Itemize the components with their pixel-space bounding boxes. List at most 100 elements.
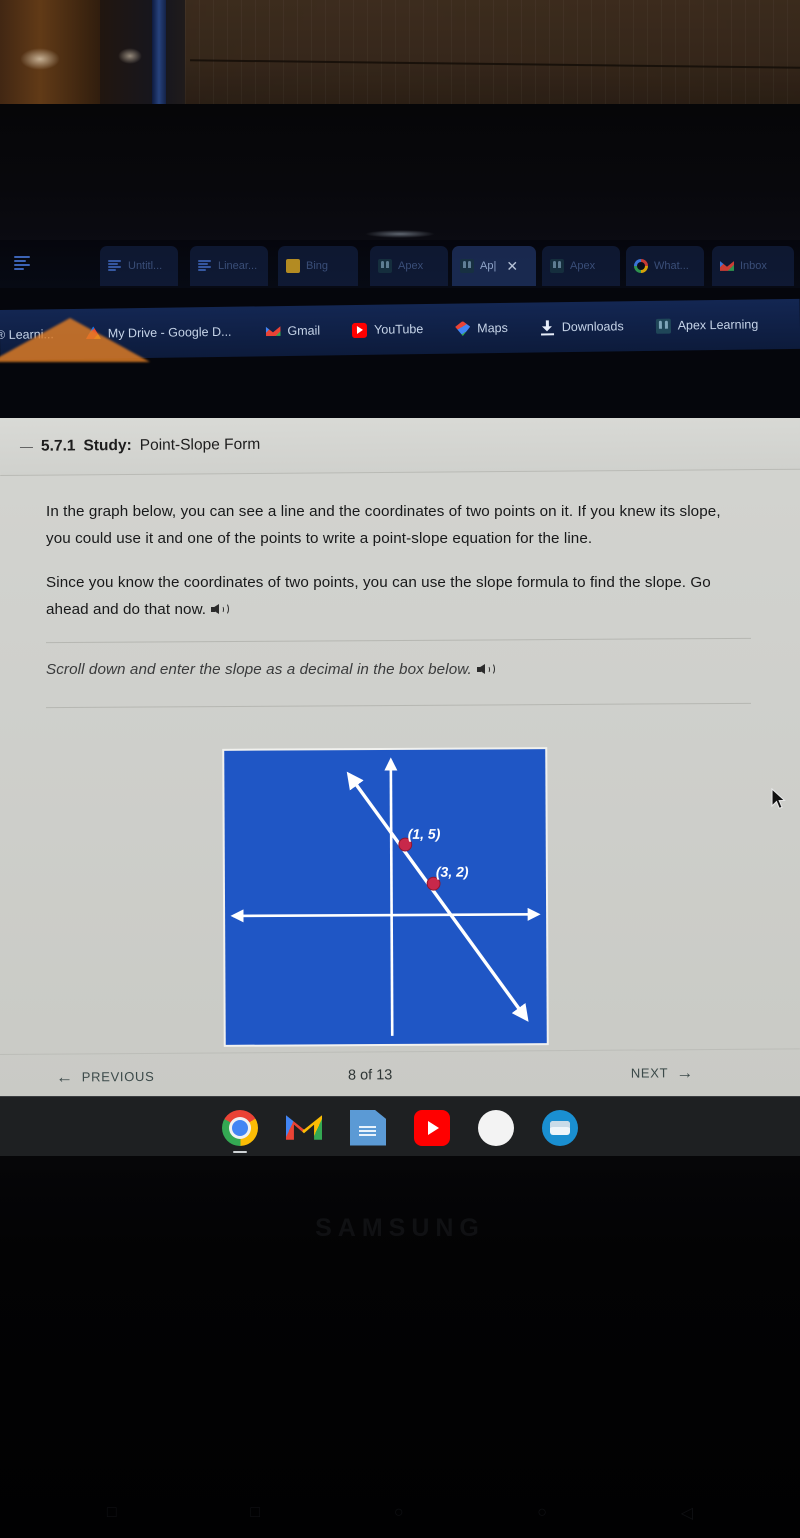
audio-speaker-icon[interactable] xyxy=(211,602,230,616)
bookmark-downloads[interactable]: Downloads xyxy=(538,316,626,338)
tab-untitled[interactable]: Untitl... xyxy=(100,246,178,286)
device-brand-label: SAMSUNG xyxy=(315,1214,485,1242)
bookmark-apex-learning-left[interactable]: ® Learni... xyxy=(0,324,56,345)
youtube-icon[interactable] xyxy=(414,1109,450,1146)
home-secondary-icon[interactable]: ○ xyxy=(537,1504,547,1522)
gmail-icon xyxy=(265,324,280,339)
google-icon xyxy=(634,259,648,273)
back-icon[interactable]: ◁ xyxy=(681,1503,693,1523)
paragraph-slope-formula: Since you know the coordinates of two po… xyxy=(46,569,736,623)
gmail-icon[interactable] xyxy=(286,1115,322,1140)
running-indicator xyxy=(233,1150,247,1153)
recents-icon[interactable]: □ xyxy=(107,1504,117,1522)
instruction-note: Scroll down and enter the slope as a dec… xyxy=(46,641,754,698)
tab-label: What... xyxy=(654,260,689,272)
light-glint-secondary-icon xyxy=(118,48,142,64)
tab-label: Untitl... xyxy=(128,260,163,272)
paragraph-intro: In the graph below, you can see a line a… xyxy=(46,503,721,548)
point-label-3-2: (3, 2) xyxy=(435,863,469,880)
home-icon[interactable]: ○ xyxy=(394,1504,404,1522)
bookmark-gmail[interactable]: Gmail xyxy=(263,320,322,342)
bookmark-my-drive[interactable]: My Drive - Google D... xyxy=(84,321,234,344)
arrow-right-icon: → xyxy=(676,1063,695,1083)
tab-linear[interactable]: Linear... xyxy=(190,246,268,286)
instruction-text: Scroll down and enter the slope as a dec… xyxy=(46,661,472,679)
room-pole xyxy=(152,0,166,108)
coordinate-plane: (1, 5) (3, 2) xyxy=(224,749,547,1045)
next-button[interactable]: NEXT → xyxy=(631,1063,695,1083)
laptop-bottom-bezel: SAMSUNG □ □ ○ ○ ◁ xyxy=(0,1156,800,1538)
y-axis xyxy=(384,757,398,1036)
tab-inbox-gmail[interactable]: Inbox xyxy=(712,246,794,286)
bookmark-label: ® Learni... xyxy=(0,327,54,343)
header-dash: — xyxy=(19,438,34,454)
bookmarks-bar: ® Learni... My Drive - Google D... Gmail… xyxy=(0,298,800,360)
tab-apex-active[interactable]: Ap| ✕ xyxy=(452,246,536,286)
screen-reflection-highlight xyxy=(365,230,435,238)
page-counter: 8 of 13 xyxy=(347,1066,393,1084)
lesson-header: — 5.7.1 Study: Point-Slope Form xyxy=(0,418,800,476)
gmail-icon xyxy=(720,261,734,271)
document-icon xyxy=(198,259,212,273)
lesson-pagination: ← PREVIOUS 8 of 13 NEXT → xyxy=(0,1048,800,1100)
tab-google-search[interactable]: What... xyxy=(626,246,704,286)
youtube-icon xyxy=(352,322,368,338)
bookmark-apex-learning[interactable]: Apex Learning xyxy=(653,314,760,336)
tab-bing[interactable]: Bing xyxy=(278,246,358,286)
docs-icon[interactable] xyxy=(350,1109,386,1146)
tab-strip: Untitl... Linear... Bing Apex Ap| ✕ Apex… xyxy=(0,240,800,288)
chrome-icon[interactable] xyxy=(222,1109,258,1153)
tab-label: Inbox xyxy=(740,260,767,272)
bookmark-label: My Drive - Google D... xyxy=(107,324,232,341)
tab-label: Linear... xyxy=(218,260,258,272)
photographed-screen: Untitl... Linear... Bing Apex Ap| ✕ Apex… xyxy=(0,0,800,1538)
paragraph-text: Since you know the coordinates of two po… xyxy=(46,574,711,619)
messages-icon[interactable] xyxy=(542,1109,578,1146)
close-icon[interactable]: ✕ xyxy=(506,259,518,273)
lesson-number: 5.7.1 xyxy=(40,436,76,455)
bookmark-label: Apex Learning xyxy=(677,317,759,333)
maps-icon xyxy=(455,321,470,336)
phone-navigation-bar: □ □ ○ ○ ◁ xyxy=(0,1492,800,1534)
bookmark-label: YouTube xyxy=(374,322,424,337)
apex-icon xyxy=(460,259,474,273)
lesson-page: — 5.7.1 Study: Point-Slope Form In the g… xyxy=(0,418,800,1100)
x-axis xyxy=(230,907,541,923)
tab-label: Ap| xyxy=(480,260,497,272)
laptop-top-bezel xyxy=(0,104,800,340)
mouse-cursor-icon xyxy=(770,787,786,812)
apex-icon xyxy=(655,318,671,334)
play-store-icon[interactable] xyxy=(478,1109,514,1146)
bookmark-label: Maps xyxy=(477,320,508,336)
arrow-left-icon: ← xyxy=(55,1067,74,1087)
tab-apex-2[interactable]: Apex xyxy=(542,246,620,286)
previous-button[interactable]: ← PREVIOUS xyxy=(55,1067,155,1087)
lesson-type-label: Study: xyxy=(83,436,132,454)
bookmark-label: Downloads xyxy=(561,319,624,335)
bing-icon xyxy=(286,259,300,273)
tab-label: Bing xyxy=(306,260,329,272)
tab-label: Apex xyxy=(398,260,424,272)
running-indicator xyxy=(297,1151,311,1153)
previous-label: PREVIOUS xyxy=(81,1068,155,1085)
chrome-browser-window: Untitl... Linear... Bing Apex Ap| ✕ Apex… xyxy=(0,240,800,420)
page-title: Point-Slope Form xyxy=(139,435,261,454)
apex-icon xyxy=(378,259,392,273)
room-wall xyxy=(185,0,800,108)
plotted-line xyxy=(346,771,529,1022)
light-glint-icon xyxy=(20,48,60,70)
apex-icon xyxy=(550,259,564,273)
window-menu-icon[interactable] xyxy=(14,254,30,272)
recents-secondary-icon[interactable]: □ xyxy=(250,1504,260,1522)
bookmark-youtube[interactable]: YouTube xyxy=(350,319,425,341)
drive-icon xyxy=(86,326,101,341)
bookmark-label: Gmail xyxy=(287,323,321,338)
audio-speaker-icon[interactable] xyxy=(476,662,495,676)
chromeos-shelf xyxy=(0,1096,800,1158)
bookmark-maps[interactable]: Maps xyxy=(453,317,510,339)
document-icon xyxy=(108,259,122,273)
point-label-1-5: (1, 5) xyxy=(407,825,441,842)
graph-svg xyxy=(230,757,541,1036)
tab-apex-1[interactable]: Apex xyxy=(370,246,448,286)
room-background xyxy=(0,0,800,108)
